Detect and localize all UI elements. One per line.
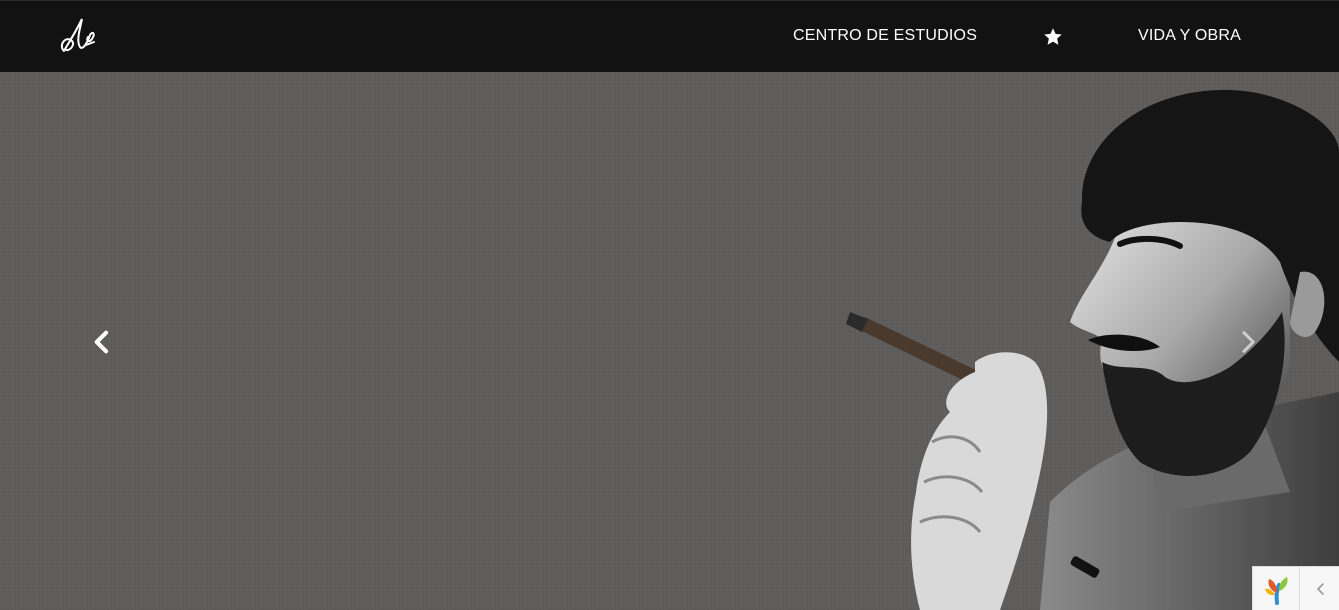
page: CENTRO DE ESTUDIOS VIDA Y OBRA [0,0,1339,610]
widget-divider [1299,567,1300,610]
star-icon[interactable] [1042,26,1064,48]
framework-logo-icon[interactable] [1259,571,1295,607]
signature-logo-icon[interactable] [56,11,104,59]
carousel-prev-arrow[interactable] [88,328,116,356]
top-navbar: CENTRO DE ESTUDIOS VIDA Y OBRA [0,0,1339,72]
carousel-next-arrow[interactable] [1234,328,1262,356]
nav-vida-y-obra[interactable]: VIDA Y OBRA [1138,27,1241,45]
floating-widget [1252,566,1339,610]
widget-toggle-chevron-icon[interactable] [1311,579,1331,599]
nav-centro-de-estudios[interactable]: CENTRO DE ESTUDIOS [793,27,977,45]
hero-carousel [0,72,1339,610]
